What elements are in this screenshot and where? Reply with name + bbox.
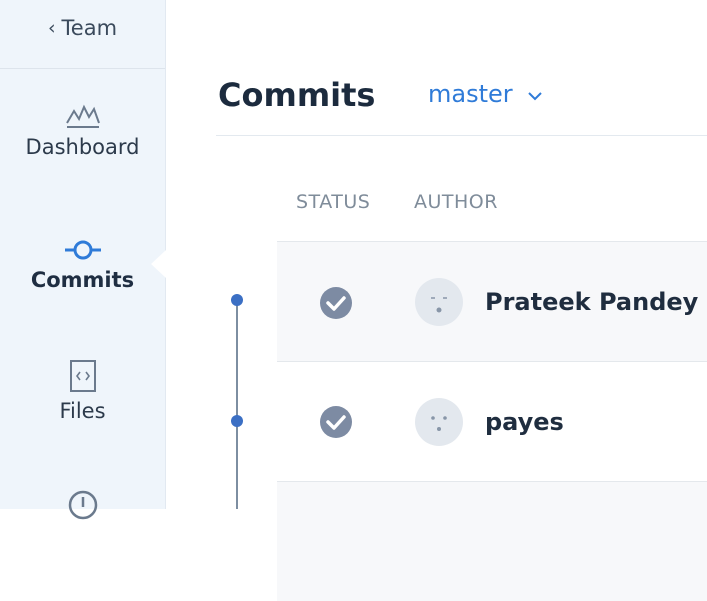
- branch-selector[interactable]: master: [428, 80, 543, 108]
- active-indicator: [151, 250, 166, 278]
- files-icon: [69, 360, 96, 392]
- back-to-team-link[interactable]: ‹ Team: [0, 0, 165, 69]
- chevron-left-icon: ‹: [47, 17, 56, 39]
- commit-timeline: [236, 300, 238, 509]
- column-header-status: STATUS: [296, 191, 371, 213]
- avatar: [415, 278, 463, 326]
- table-row[interactable]: [277, 481, 707, 601]
- sidebar-item-issues[interactable]: [0, 489, 165, 527]
- author-name: payes: [485, 408, 564, 436]
- sidebar-item-dashboard[interactable]: Dashboard: [0, 101, 165, 159]
- table-row[interactable]: Prateek Pandey: [277, 241, 707, 361]
- timeline-dot: [231, 415, 243, 427]
- author-name: Prateek Pandey: [485, 288, 699, 316]
- table-row[interactable]: payes: [277, 361, 707, 481]
- chevron-down-icon: [527, 92, 542, 101]
- avatar: [415, 398, 463, 446]
- dashboard-icon: [65, 104, 100, 128]
- sidebar-item-commits[interactable]: Commits: [0, 238, 165, 292]
- commits-icon: [64, 240, 101, 260]
- column-header-author: AUTHOR: [414, 191, 498, 213]
- sidebar-item-label: Commits: [30, 268, 135, 292]
- header-divider: [216, 135, 707, 136]
- sidebar: ‹ Team Dashboard Commits Files: [0, 0, 166, 520]
- check-circle-icon: [320, 287, 352, 319]
- back-label: Team: [61, 16, 118, 40]
- page-title: Commits: [218, 76, 376, 114]
- sidebar-item-files[interactable]: Files: [0, 359, 165, 423]
- branch-name: master: [428, 80, 513, 108]
- timeline-dot: [231, 294, 243, 306]
- sidebar-item-label: Files: [59, 399, 106, 423]
- check-circle-icon: [320, 406, 352, 438]
- sidebar-item-label: Dashboard: [25, 135, 140, 159]
- issues-icon: [68, 490, 97, 520]
